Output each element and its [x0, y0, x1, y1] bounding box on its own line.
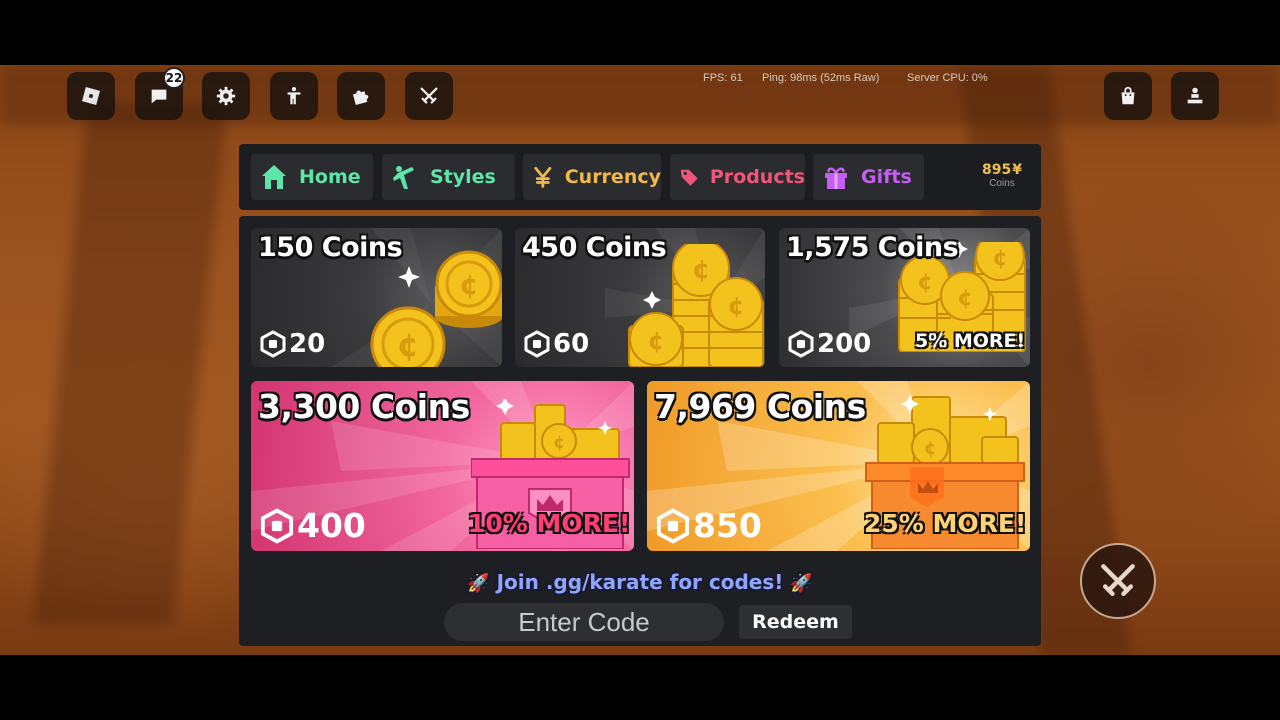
coins-balance: 895¥ Coins — [970, 162, 1034, 189]
roblox-menu-button[interactable] — [67, 72, 115, 120]
swords-button[interactable] — [405, 72, 453, 120]
bonus-label: 10% MORE! — [468, 509, 631, 538]
shop-bag-button[interactable] — [1104, 72, 1152, 120]
gift-icon — [825, 167, 847, 189]
tab-home-label: Home — [299, 166, 361, 188]
crossed-swords-icon — [1101, 564, 1135, 597]
roblox-menu-icon — [82, 87, 100, 105]
robux-price: 200 — [787, 329, 871, 359]
coin-pack-3300[interactable]: ¢ 3,300 Coins 400 10% MORE! — [251, 381, 634, 551]
robux-price: 20 — [259, 329, 325, 359]
coin-pack-title: 450 Coins — [522, 232, 667, 263]
robux-icon — [788, 330, 814, 358]
puzzle-button[interactable] — [337, 72, 385, 120]
svg-text:¢: ¢ — [692, 255, 710, 285]
tab-gifts-label: Gifts — [861, 166, 912, 188]
yen-icon — [534, 166, 552, 188]
svg-text:¢: ¢ — [917, 270, 932, 295]
robux-icon — [656, 507, 690, 544]
tab-gifts[interactable]: Gifts — [813, 154, 924, 200]
letterbox-bottom — [0, 655, 1280, 720]
tag-icon — [680, 169, 698, 186]
tab-home[interactable]: Home — [251, 154, 373, 200]
bonus-label: 25% MORE! — [864, 509, 1027, 538]
bonus-label: 5% MORE! — [915, 330, 1026, 352]
letterbox-top — [0, 0, 1280, 65]
promo-text: Join .gg/karate for codes! — [496, 570, 784, 594]
tab-styles-label: Styles — [430, 166, 496, 188]
robux-icon — [260, 507, 294, 544]
chat-unread-badge: 22 — [163, 67, 185, 89]
robux-price: 850 — [655, 506, 762, 545]
settings-button[interactable] — [202, 72, 250, 120]
svg-text:¢: ¢ — [397, 326, 419, 364]
tab-styles[interactable]: Styles — [382, 154, 515, 200]
robux-icon — [260, 330, 286, 358]
coin-pack-450[interactable]: ¢ ¢ ¢ 450 Coins 60 — [515, 228, 765, 367]
avatar-pedestal-button[interactable] — [1171, 72, 1219, 120]
svg-text:¢: ¢ — [924, 438, 937, 459]
svg-text:¢: ¢ — [553, 433, 565, 453]
svg-text:¢: ¢ — [992, 246, 1007, 271]
promo-banner: 🚀 Join .gg/karate for codes! 🚀 — [460, 570, 820, 594]
robux-price: 60 — [523, 329, 589, 359]
coins-balance-label: Coins — [989, 178, 1015, 189]
fps-stat: FPS: 61 — [703, 72, 743, 84]
avatar-pedestal-icon — [1187, 87, 1203, 104]
coin-pack-title: 3,300 Coins — [258, 387, 470, 426]
emote-icon — [287, 87, 301, 105]
karate-kick-icon — [393, 166, 414, 189]
shop-bag-icon — [1121, 86, 1135, 105]
rocket-icon: 🚀 — [790, 573, 813, 594]
coin-pack-title: 1,575 Coins — [786, 232, 959, 263]
emote-button[interactable] — [270, 72, 318, 120]
coin-stack-icon: ¢ ¢ — [370, 250, 502, 367]
robux-price: 400 — [259, 506, 366, 545]
tab-products[interactable]: Products — [670, 154, 805, 200]
settings-icon — [216, 86, 236, 106]
coin-pack-title: 7,969 Coins — [654, 387, 866, 426]
svg-text:¢: ¢ — [648, 327, 665, 355]
svg-text:¢: ¢ — [459, 268, 478, 301]
swords-icon — [420, 87, 438, 104]
coin-pack-1575[interactable]: ¢ ¢ ¢ 1,575 Coins 200 5% MORE! — [779, 228, 1030, 367]
tab-currency[interactable]: Currency — [523, 154, 661, 200]
coin-pack-title: 150 Coins — [258, 232, 403, 263]
coins-balance-amount: 895¥ — [982, 162, 1022, 178]
code-input[interactable] — [444, 603, 724, 641]
chat-icon — [151, 89, 167, 104]
yen-symbol: ¥ — [1012, 162, 1022, 178]
tab-currency-label: Currency — [564, 166, 661, 188]
tab-products-label: Products — [709, 166, 805, 188]
svg-text:¢: ¢ — [957, 286, 972, 311]
combat-button[interactable] — [1080, 543, 1156, 619]
puzzle-icon — [352, 90, 369, 105]
home-icon — [262, 165, 286, 189]
robux-icon — [524, 330, 550, 358]
ping-stat: Ping: 98ms (52ms Raw) — [762, 72, 880, 84]
rocket-icon: 🚀 — [467, 573, 490, 594]
svg-text:¢: ¢ — [728, 292, 745, 320]
coin-pack-7969[interactable]: ¢ 7,969 Coins 850 25% MORE! — [647, 381, 1030, 551]
redeem-button[interactable]: Redeem — [739, 605, 852, 639]
server-cpu-stat: Server CPU: 0% — [907, 72, 988, 84]
coin-pack-150[interactable]: ¢ ¢ 150 Coins 20 — [251, 228, 502, 367]
